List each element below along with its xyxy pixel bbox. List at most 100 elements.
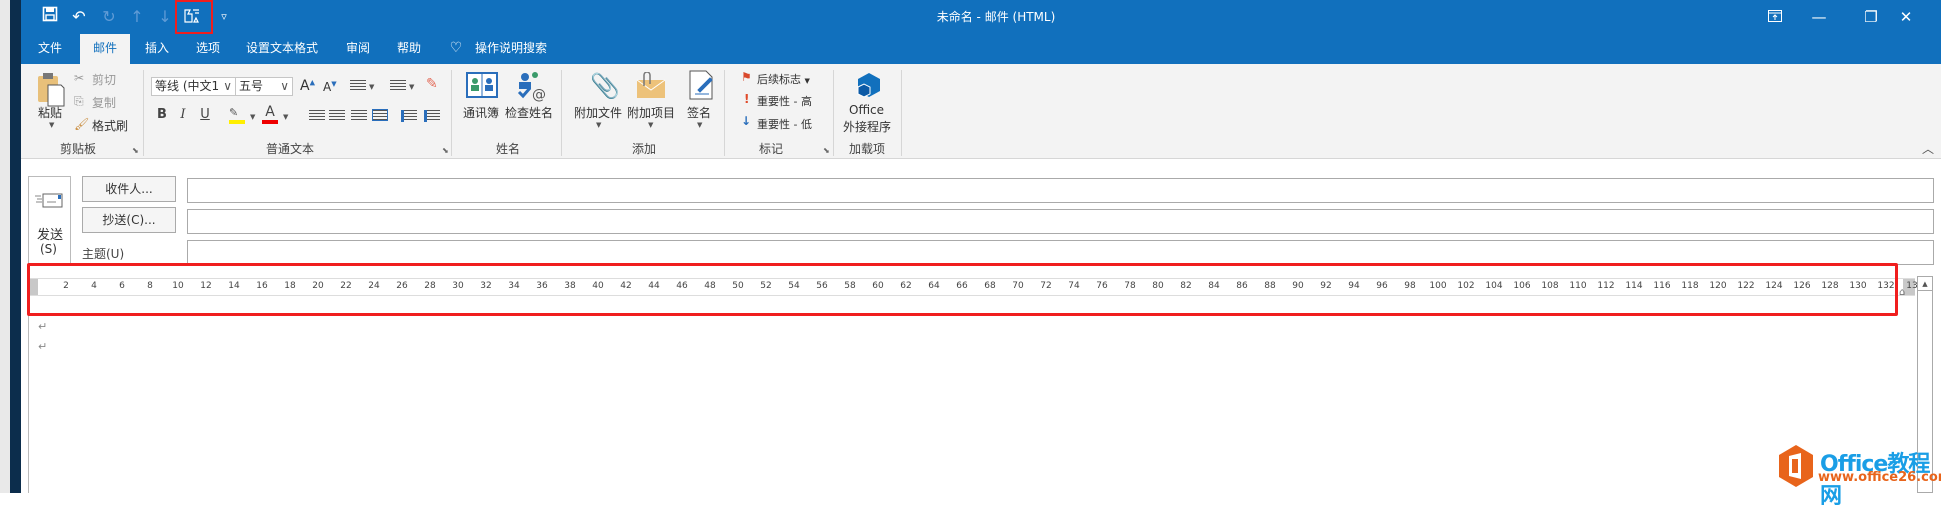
watermark-logo-icon	[1778, 444, 1814, 491]
send-button[interactable]: 发送 (S)	[28, 176, 71, 266]
dialog-launcher-icon[interactable]: ⬊	[132, 146, 139, 155]
align-center-icon[interactable]	[329, 110, 345, 122]
tab-insert[interactable]: 插入	[137, 36, 177, 64]
dialog-launcher-icon[interactable]: ⬊	[823, 146, 830, 155]
signature-dropdown-icon[interactable]: ▼	[697, 121, 702, 129]
tab-format-text[interactable]: 设置文本格式	[238, 36, 326, 64]
cc-input[interactable]	[187, 209, 1934, 234]
address-book-icon[interactable]	[466, 72, 498, 103]
watermark-url: www.office26.com	[1818, 470, 1941, 485]
copy-button: 复制	[92, 96, 117, 110]
bullets-dropdown-icon[interactable]: ▼	[369, 83, 374, 91]
tab-options[interactable]: 选项	[188, 36, 228, 64]
attach-file-button[interactable]: 附加文件	[574, 104, 622, 121]
check-names-icon[interactable]: @	[515, 70, 547, 105]
numbering-dropdown-icon[interactable]: ▼	[409, 83, 414, 91]
tab-file[interactable]: 文件	[30, 36, 70, 64]
decrease-indent-icon[interactable]	[401, 110, 417, 122]
format-painter-button[interactable]: 格式刷	[92, 117, 128, 134]
lightbulb-icon[interactable]: ♡	[442, 36, 471, 64]
attach-item-button[interactable]: 附加项目	[627, 104, 675, 121]
paperclip-icon[interactable]: 📎	[590, 72, 620, 100]
align-right-icon[interactable]	[351, 110, 367, 122]
check-names-button[interactable]: 检查姓名	[505, 104, 553, 121]
highlight-dropdown-icon[interactable]: ▼	[250, 113, 255, 121]
tab-help[interactable]: 帮助	[389, 36, 429, 64]
paragraph-mark-icon: ↵	[38, 340, 48, 353]
tab-message[interactable]: 邮件	[80, 34, 130, 64]
restore-icon[interactable]: ❐	[1851, 5, 1891, 29]
office-addins-line2[interactable]: 外接程序	[843, 118, 891, 135]
to-input[interactable]	[187, 178, 1934, 203]
underline-button[interactable]: U	[195, 107, 215, 122]
tell-me-search[interactable]: 操作说明搜索	[467, 36, 555, 64]
increase-indent-icon[interactable]	[424, 110, 440, 122]
font-name-value: 等线 (中文1	[155, 79, 220, 93]
save-icon[interactable]	[39, 6, 61, 28]
numbering-icon[interactable]	[390, 80, 406, 92]
send-shortcut: (S)	[40, 242, 57, 256]
right-indent-marker-icon[interactable]: ⌂	[1899, 287, 1905, 298]
clear-formatting-icon[interactable]: ✎	[426, 76, 438, 92]
collapse-ribbon-icon[interactable]: ︿	[1922, 140, 1934, 157]
paste-dropdown-icon[interactable]: ▼	[49, 121, 54, 129]
ruler-label: 13	[1906, 281, 1918, 291]
format-painter-icon: 🖌	[74, 117, 90, 131]
send-envelope-icon	[35, 193, 63, 212]
low-importance-icon: ↓	[741, 114, 752, 128]
send-label: 发送	[37, 228, 64, 243]
office-addins-icon[interactable]	[855, 72, 883, 103]
group-label-addins: 加载项	[848, 142, 886, 156]
align-left-icon[interactable]	[309, 110, 325, 122]
highlight-color-icon[interactable]: ✎	[229, 106, 245, 124]
desktop-background	[10, 0, 21, 493]
scissors-icon: ✂	[74, 71, 85, 85]
paste-label[interactable]: 粘贴	[38, 104, 62, 121]
cut-button: 剪切	[92, 73, 117, 87]
undo-icon[interactable]: ↶	[68, 6, 90, 28]
bold-button[interactable]: B	[152, 107, 172, 122]
office-addins-line1[interactable]: Office	[849, 103, 884, 117]
title-bar: ↶ ↻ ↑ ↓ ▿ 未命名 - 邮件 (HTML) — ❐ ✕ 文件 邮件 插入…	[21, 0, 1941, 64]
signature-icon[interactable]	[688, 70, 716, 103]
chevron-down-icon[interactable]: ∨	[280, 78, 289, 95]
minimize-icon[interactable]: —	[1799, 5, 1839, 29]
chevron-down-icon[interactable]: ∨	[223, 78, 232, 95]
address-book-button[interactable]: 通讯簿	[463, 104, 499, 121]
tab-review[interactable]: 审阅	[338, 36, 378, 64]
copy-icon: ⎘	[74, 94, 84, 108]
low-importance-button[interactable]: 重要性 - 低	[757, 116, 812, 132]
group-label-include: 添加	[631, 142, 657, 156]
customize-qat-icon[interactable]: ▿	[213, 6, 235, 28]
svg-text:@: @	[532, 87, 546, 102]
italic-button[interactable]: I	[173, 107, 193, 122]
to-button[interactable]: 收件人...	[82, 176, 176, 202]
subject-input[interactable]	[187, 240, 1934, 265]
shrink-font-icon[interactable]: A▼	[323, 80, 337, 94]
font-name-combo[interactable]: 等线 (中文1 ∨	[151, 77, 236, 96]
group-label-clipboard: 剪贴板	[59, 142, 97, 156]
ribbon-display-options-icon[interactable]	[1755, 5, 1795, 29]
font-color-icon[interactable]: A	[262, 104, 278, 124]
group-divider	[451, 70, 452, 156]
attach-item-dropdown-icon[interactable]: ▼	[648, 121, 653, 129]
highlight-box-ruler	[27, 263, 1898, 316]
follow-up-button[interactable]: 后续标志 ▼	[757, 71, 810, 87]
font-size-combo[interactable]: 五号 ∨	[235, 77, 293, 96]
group-divider	[901, 70, 902, 156]
attach-file-dropdown-icon[interactable]: ▼	[596, 121, 601, 129]
font-color-dropdown-icon[interactable]: ▼	[283, 113, 288, 121]
cc-button[interactable]: 抄送(C)...	[82, 207, 176, 233]
dialog-launcher-icon[interactable]: ⬊	[442, 146, 449, 155]
up-arrow-icon: ↑	[130, 7, 144, 26]
highlight-box-qat	[175, 0, 213, 34]
high-importance-button[interactable]: 重要性 - 高	[757, 93, 812, 109]
attach-item-icon[interactable]	[636, 71, 666, 103]
flag-icon: ⚑	[741, 70, 752, 84]
justify-icon[interactable]	[372, 109, 388, 121]
grow-font-icon[interactable]: A▲	[300, 78, 315, 94]
bullets-icon[interactable]	[350, 80, 366, 92]
signature-button[interactable]: 签名	[687, 104, 711, 121]
scroll-up-icon[interactable]: ▲	[1918, 277, 1932, 291]
close-icon[interactable]: ✕	[1886, 5, 1926, 29]
